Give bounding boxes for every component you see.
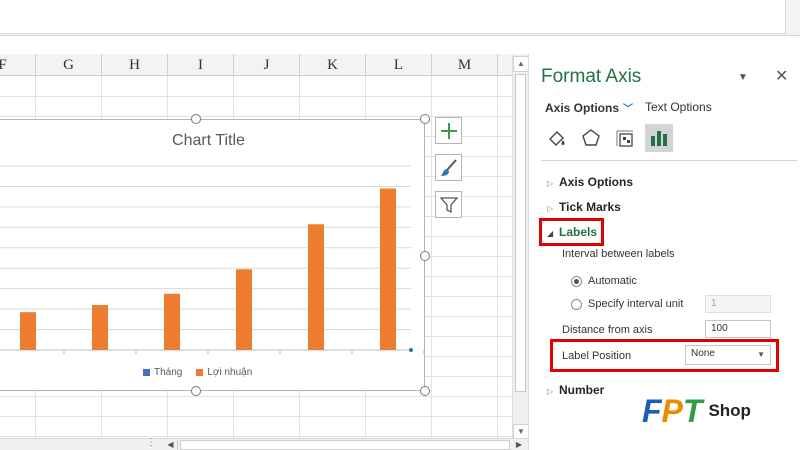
bar-2[interactable] xyxy=(92,305,108,350)
resize-handle-bottom-right[interactable] xyxy=(420,386,430,396)
section-axis-options-label: Axis Options xyxy=(559,175,634,189)
chart-elements-button[interactable] xyxy=(435,117,462,144)
expand-icon: ▷ xyxy=(547,204,554,213)
logo-letter-f: F xyxy=(642,393,662,429)
legend-item-loi-nhuan[interactable]: Lợi nhuận xyxy=(196,367,252,378)
split-handle-icon[interactable]: ⋮ xyxy=(146,437,156,448)
column-header-m[interactable]: M xyxy=(432,54,498,76)
column-header-k[interactable]: K xyxy=(300,54,366,76)
resize-handle-top-right[interactable] xyxy=(420,114,430,124)
column-header-j[interactable]: J xyxy=(234,54,300,76)
size-properties-icon[interactable] xyxy=(611,124,639,152)
bar-1[interactable] xyxy=(20,312,36,350)
tab-text-options[interactable]: Text Options xyxy=(645,100,712,114)
column-header-i[interactable]: I xyxy=(168,54,234,76)
scroll-thumb[interactable] xyxy=(515,74,526,392)
section-tick-marks-label: Tick Marks xyxy=(559,200,621,214)
filter-icon xyxy=(439,196,458,213)
radio-specify-label: Specify interval unit xyxy=(588,298,684,310)
column-header-row: FGHIJKLM xyxy=(0,54,512,76)
radio-automatic[interactable]: Automatic xyxy=(571,275,637,287)
logo-letter-t: T xyxy=(682,393,703,429)
grid-column-line xyxy=(431,76,432,438)
fpt-shop-logo: F P T Shop xyxy=(642,393,751,429)
interval-unit-input[interactable]: 1 xyxy=(705,295,771,313)
chart-area[interactable]: Chart Title Tháng Lợi nhuận xyxy=(0,119,425,391)
radio-specify-button[interactable] xyxy=(571,298,582,310)
axis-selection-handle[interactable] xyxy=(409,348,413,352)
pane-title: Format Axis xyxy=(541,66,642,87)
chart-filters-button[interactable] xyxy=(435,191,462,218)
section-tick-marks[interactable]: ▷ Tick Marks xyxy=(547,200,621,214)
resize-handle-top[interactable] xyxy=(191,114,201,124)
scroll-up-icon[interactable]: ▲ xyxy=(513,56,529,72)
legend-item-thang[interactable]: Tháng xyxy=(143,367,182,378)
section-number-label: Number xyxy=(559,383,605,397)
section-axis-options[interactable]: ▷ Axis Options xyxy=(547,175,633,189)
distance-label: Distance from axis xyxy=(562,324,653,336)
axis-options-icon[interactable] xyxy=(645,124,673,152)
grid-column-line xyxy=(497,76,498,438)
bar-6[interactable] xyxy=(380,188,396,350)
tab-text-options-label: Text Options xyxy=(645,100,712,114)
resize-handle-right[interactable] xyxy=(420,251,430,261)
section-number[interactable]: ▷ Number xyxy=(547,383,604,397)
column-header-g[interactable]: G xyxy=(36,54,102,76)
formula-bar[interactable] xyxy=(0,0,786,34)
grid-row-line xyxy=(0,396,512,397)
radio-automatic-label: Automatic xyxy=(588,275,637,287)
interval-label: Interval between labels xyxy=(562,248,675,260)
pane-icon-tabs xyxy=(543,124,673,152)
scroll-right-icon[interactable]: ▶ xyxy=(512,440,526,450)
horizontal-scroll-thumb[interactable] xyxy=(180,440,510,450)
distance-input[interactable]: 100 xyxy=(705,320,771,338)
vertical-scrollbar[interactable]: ▲ ▼ xyxy=(512,54,529,440)
column-header-l[interactable]: L xyxy=(366,54,432,76)
radio-specify-interval[interactable]: Specify interval unit xyxy=(571,298,683,310)
grid-row-line xyxy=(0,416,512,417)
highlight-box-labels xyxy=(539,218,604,246)
effects-icon[interactable] xyxy=(577,124,605,152)
expand-icon: ▷ xyxy=(547,387,554,396)
radio-automatic-button[interactable] xyxy=(571,275,582,287)
ribbon-area xyxy=(0,0,800,36)
expand-icon: ▷ xyxy=(547,179,554,188)
chart-styles-button[interactable] xyxy=(435,154,462,181)
fill-line-icon[interactable] xyxy=(543,124,571,152)
bar-5[interactable] xyxy=(308,224,324,350)
chart-legend[interactable]: Tháng Lợi nhuận xyxy=(143,367,252,378)
legend-swatch-loi-nhuan xyxy=(196,369,204,376)
plot-area[interactable] xyxy=(0,120,426,392)
chevron-down-icon: ﹀ xyxy=(623,104,634,115)
legend-label-thang: Tháng xyxy=(154,367,183,378)
bar-3[interactable] xyxy=(164,293,180,350)
column-header-h[interactable]: H xyxy=(102,54,168,76)
pane-options-dropdown-icon[interactable]: ▼ xyxy=(738,72,748,83)
logo-letter-p: P xyxy=(661,393,683,429)
bar-4[interactable] xyxy=(236,269,252,350)
legend-swatch-thang xyxy=(143,369,150,376)
legend-label-loi-nhuan: Lợi nhuận xyxy=(207,367,253,378)
resize-handle-bottom[interactable] xyxy=(191,386,201,396)
grid-row-line xyxy=(0,436,512,437)
plus-icon xyxy=(440,122,457,139)
tab-axis-options-label: Axis Options xyxy=(545,101,620,115)
brush-icon xyxy=(440,158,457,176)
pane-divider xyxy=(541,160,797,161)
close-icon[interactable]: ✕ xyxy=(775,66,788,86)
column-header-f[interactable]: F xyxy=(0,54,36,76)
highlight-box-label-position xyxy=(550,339,779,372)
tab-axis-options[interactable]: Axis Options ﹀ xyxy=(545,100,633,115)
format-axis-pane: Format Axis ▼ ✕ Axis Options ﹀ Text Optio… xyxy=(528,54,800,450)
horizontal-scrollbar[interactable]: ⋮ ◀ ▶ xyxy=(0,437,528,450)
grid-row-line xyxy=(0,96,512,97)
scroll-left-icon[interactable]: ◀ xyxy=(164,440,178,450)
logo-shop-text: Shop xyxy=(708,401,751,420)
